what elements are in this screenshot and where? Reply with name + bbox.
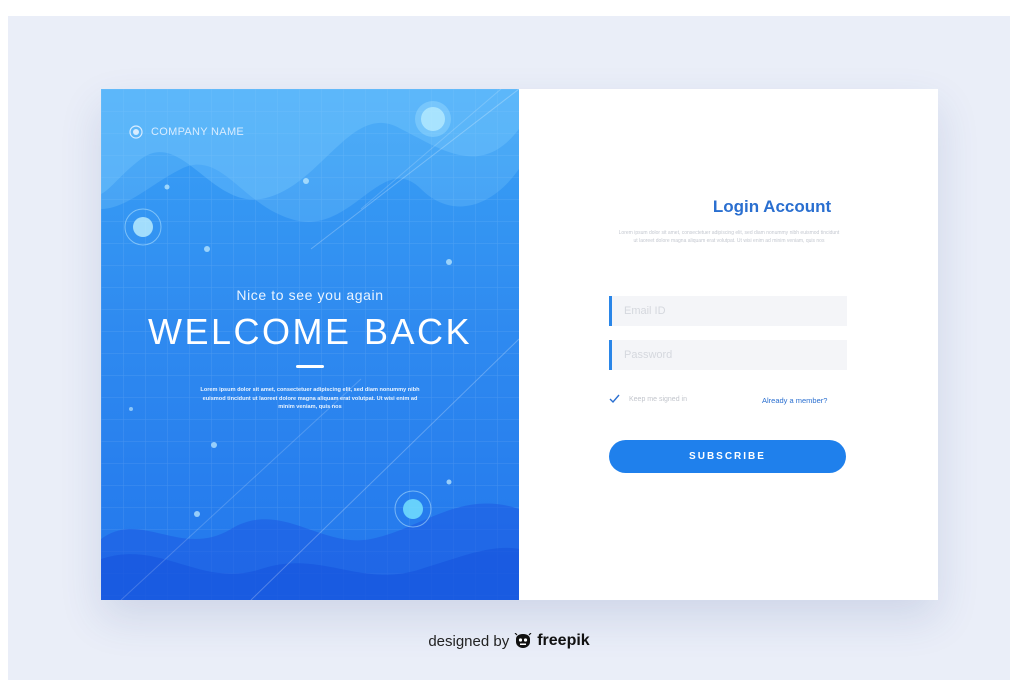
login-card: COMPANY NAME Nice to see you again WELCO… (101, 89, 938, 600)
headline-divider (296, 365, 324, 368)
company-name: COMPANY NAME (151, 126, 245, 138)
login-panel: Login Account Lorem ipsum dolor sit amet… (519, 89, 938, 600)
attribution-footer: designed by freepik (0, 632, 1018, 650)
company-brand: COMPANY NAME (129, 125, 244, 139)
freepik-brand-name: freepik (537, 632, 590, 649)
login-title: Login Account (712, 197, 832, 216)
keep-signed-in-label: Keep me signed in (629, 395, 687, 403)
email-field[interactable] (612, 296, 847, 326)
login-description: Lorem ipsum dolor sit amet, consectetuer… (618, 230, 840, 244)
attribution-prefix: designed by (428, 632, 510, 650)
circle-target-icon (129, 125, 143, 139)
page-background: COMPANY NAME Nice to see you again WELCO… (8, 16, 1010, 680)
welcome-description: Lorem ipsum dolor sit amet, consectetuer… (200, 387, 420, 411)
already-member-link[interactable]: Already a member? (762, 396, 827, 405)
greeting-text: Nice to see you again (236, 287, 384, 303)
keep-signed-in-toggle[interactable]: Keep me signed in (609, 394, 687, 404)
freepik-logo-icon (514, 633, 532, 648)
subscribe-button[interactable]: SUBSCRIBE (609, 440, 846, 473)
welcome-headline: WELCOME BACK (147, 311, 473, 352)
welcome-block: Nice to see you again WELCOME BACK Lorem… (101, 287, 519, 412)
password-field-wrapper (609, 340, 847, 370)
email-field-wrapper (609, 296, 847, 326)
checkmark-icon[interactable] (609, 394, 620, 404)
welcome-panel: COMPANY NAME Nice to see you again WELCO… (101, 89, 519, 600)
password-field[interactable] (612, 340, 847, 370)
